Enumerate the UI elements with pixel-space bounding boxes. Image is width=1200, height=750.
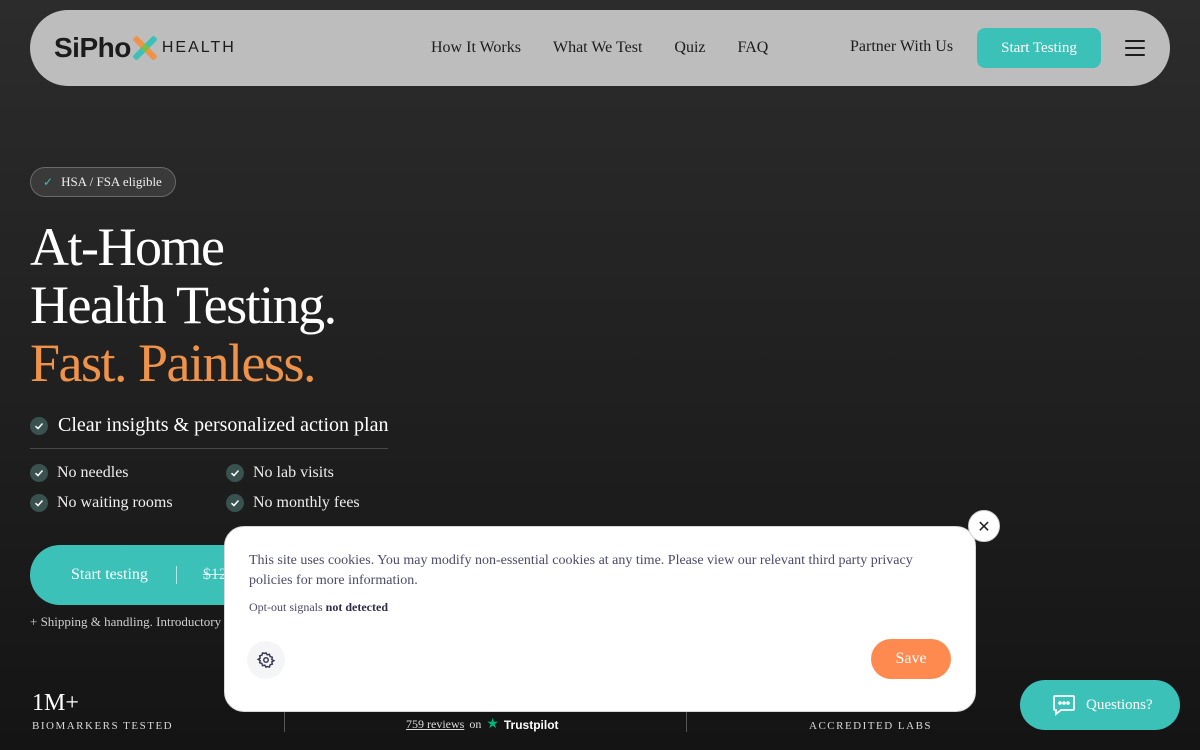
feature-label: No lab visits bbox=[253, 464, 334, 481]
insight-label: Clear insights & personalized action pla… bbox=[58, 414, 389, 436]
opt-out-prefix: Opt-out signals bbox=[249, 600, 323, 614]
hsa-fsa-badge: ✓ HSA / FSA eligible bbox=[30, 167, 176, 197]
trustpilot-star-icon: ★ bbox=[486, 717, 499, 732]
feature-item: No monthly fees bbox=[226, 494, 360, 512]
feature-item: No needles bbox=[30, 464, 129, 482]
nav-link-how-it-works[interactable]: How It Works bbox=[431, 39, 521, 57]
logo-subtitle: HEALTH bbox=[161, 39, 236, 56]
check-circle-icon bbox=[30, 464, 48, 482]
chat-label: Questions? bbox=[1086, 696, 1153, 713]
accredited-labs-label: ACCREDITED LABS bbox=[809, 720, 933, 732]
opt-out-status: not detected bbox=[325, 600, 388, 614]
logo-wordmark: SiPho bbox=[54, 32, 131, 63]
brand-logo[interactable]: SiPho HEALTH bbox=[54, 32, 236, 64]
badge-label: HSA / FSA eligible bbox=[61, 174, 162, 189]
hero-title-line2: Health Testing. bbox=[30, 275, 337, 335]
biomarkers-value: 1M+ bbox=[32, 690, 79, 716]
hero-divider bbox=[30, 448, 388, 449]
cta-separator bbox=[175, 566, 177, 584]
check-circle-icon bbox=[30, 494, 48, 512]
check-circle-icon bbox=[226, 494, 244, 512]
logo-x-icon bbox=[132, 36, 157, 60]
hero-title: At-Home Health Testing. Fast. Painless. bbox=[30, 217, 337, 393]
hamburger-icon[interactable] bbox=[1125, 40, 1145, 56]
cookie-settings-button[interactable] bbox=[247, 641, 285, 679]
nav-links: How It Works What We Test Quiz FAQ bbox=[431, 10, 768, 86]
insight-item: Clear insights & personalized action pla… bbox=[30, 414, 388, 437]
trustpilot-logo: Trustpilot bbox=[503, 717, 559, 732]
cookie-close-icon[interactable]: ✕ bbox=[968, 510, 1000, 542]
check-circle-icon bbox=[226, 464, 244, 482]
partner-link[interactable]: Partner With Us bbox=[850, 38, 953, 56]
shipping-note: + Shipping & handling. Introductory o bbox=[30, 614, 231, 629]
feature-item: No lab visits bbox=[226, 464, 334, 482]
cookie-banner: This site uses cookies. You may modify n… bbox=[224, 526, 976, 712]
start-testing-button[interactable]: Start Testing bbox=[977, 28, 1101, 68]
biomarkers-label: BIOMARKERS TESTED bbox=[32, 720, 174, 732]
chat-bubble-icon bbox=[1053, 695, 1075, 716]
questions-chat-button[interactable]: Questions? bbox=[1020, 680, 1180, 730]
nav-link-what-we-test[interactable]: What We Test bbox=[553, 39, 642, 57]
feature-item: No waiting rooms bbox=[30, 494, 173, 512]
nav-link-faq[interactable]: FAQ bbox=[738, 39, 769, 57]
hero-cta-label: Start testing bbox=[71, 566, 148, 583]
gear-icon bbox=[257, 651, 275, 669]
hero-title-accent: Fast. Painless. bbox=[30, 333, 317, 393]
reviews-on: on bbox=[469, 717, 482, 731]
cookie-save-button[interactable]: Save bbox=[871, 639, 951, 679]
check-circle-icon bbox=[30, 416, 48, 435]
opt-out-signals: Opt-out signals not detected bbox=[249, 600, 388, 615]
check-icon: ✓ bbox=[43, 174, 54, 189]
nav-link-quiz[interactable]: Quiz bbox=[674, 39, 705, 57]
top-nav: SiPho HEALTH How It Works What We Test Q… bbox=[30, 10, 1170, 86]
feature-label: No waiting rooms bbox=[57, 494, 173, 511]
feature-label: No monthly fees bbox=[253, 494, 360, 511]
reviews-link[interactable]: 759 reviews bbox=[406, 717, 464, 732]
hero-title-line1: At-Home bbox=[30, 217, 225, 277]
cookie-text: This site uses cookies. You may modify n… bbox=[249, 553, 913, 588]
trustpilot-reviews: 759 reviews on ★ Trustpilot bbox=[406, 716, 559, 733]
feature-label: No needles bbox=[57, 464, 129, 481]
